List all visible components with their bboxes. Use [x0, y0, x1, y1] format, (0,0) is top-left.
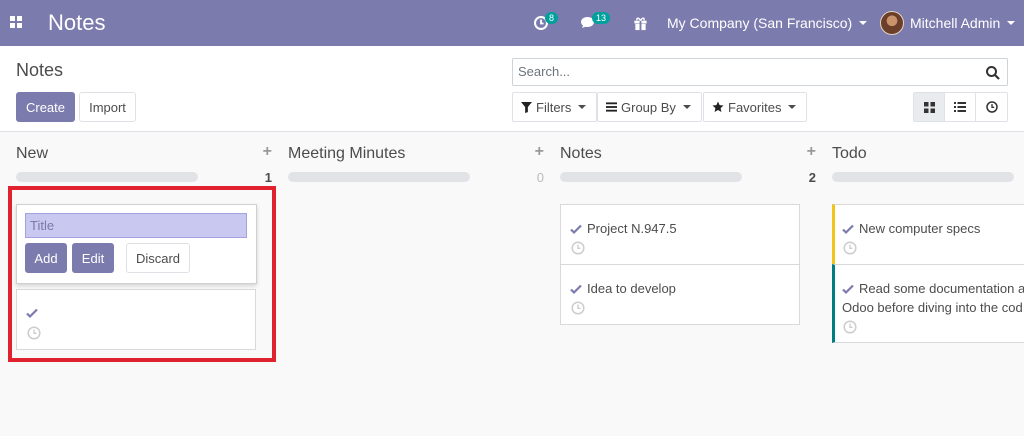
highlight-box	[8, 186, 276, 362]
column-title[interactable]: Todo	[832, 145, 867, 163]
activity-clock-icon[interactable]	[843, 241, 857, 255]
company-name: My Company (San Francisco)	[667, 15, 853, 31]
clock-icon	[985, 101, 998, 113]
card-title-row: Idea to develop	[570, 279, 676, 298]
column-add-icon[interactable]: +	[535, 143, 544, 161]
filter-icon	[521, 101, 532, 113]
kanban-card[interactable]: Project N.947.5	[560, 204, 800, 265]
activity-view-button[interactable]	[976, 93, 1007, 121]
kanban-card[interactable]: Idea to develop	[560, 264, 800, 325]
apps-menu-icon[interactable]	[10, 16, 22, 28]
chevron-down-icon	[682, 105, 691, 109]
chevron-down-icon	[788, 105, 797, 109]
kanban-card[interactable]: New computer specs	[832, 204, 1024, 265]
column-title[interactable]: New	[16, 145, 48, 163]
card-title-block: Read some documentation a Odoo before di…	[842, 279, 1024, 317]
column-progress-bar	[288, 172, 470, 182]
star-icon	[712, 101, 724, 112]
kanban-column-meeting-minutes: Meeting Minutes + 0	[288, 133, 544, 436]
breadcrumb: Notes	[16, 60, 64, 80]
group-by-button[interactable]: Group By	[597, 92, 702, 122]
card-title: Idea to develop	[587, 281, 676, 296]
kanban-icon	[923, 101, 935, 113]
filters-button[interactable]: Filters	[512, 92, 597, 122]
list-icon	[606, 102, 617, 112]
card-title-line-2: Odoo before diving into the cod	[842, 300, 1023, 315]
gift-menu[interactable]	[633, 12, 648, 34]
filters-label: Filters	[536, 99, 572, 115]
company-switcher[interactable]: My Company (San Francisco)	[667, 12, 868, 34]
column-title[interactable]: Meeting Minutes	[288, 145, 405, 163]
kanban-card[interactable]: Read some documentation a Odoo before di…	[832, 264, 1024, 343]
card-title-line-1: Read some documentation a	[859, 281, 1024, 296]
check-icon[interactable]	[842, 223, 854, 235]
activity-clock-icon[interactable]	[843, 320, 857, 334]
list-view-icon	[954, 102, 966, 112]
card-title: New computer specs	[859, 221, 981, 236]
check-icon[interactable]	[570, 223, 582, 235]
favorites-label: Favorites	[728, 99, 782, 115]
chevron-down-icon	[859, 21, 868, 25]
search-icon[interactable]	[985, 65, 1001, 81]
user-menu[interactable]: Mitchell Admin	[880, 11, 1016, 35]
check-icon[interactable]	[842, 283, 854, 295]
list-view-button[interactable]	[945, 93, 976, 121]
view-switcher	[913, 92, 1008, 122]
user-name: Mitchell Admin	[910, 15, 1001, 31]
activity-clock-icon[interactable]	[571, 301, 585, 315]
column-add-icon[interactable]: +	[807, 143, 816, 161]
messages-badge: 13	[592, 12, 611, 24]
column-count: 1	[264, 170, 272, 185]
column-title[interactable]: Notes	[560, 145, 602, 163]
messages-menu[interactable]: 13	[580, 12, 611, 34]
group-by-label: Group By	[621, 99, 676, 115]
chevron-down-icon	[578, 105, 587, 109]
chevron-down-icon	[1007, 21, 1016, 25]
card-title-row: Read some documentation a	[842, 279, 1024, 298]
search-input[interactable]	[518, 64, 958, 79]
check-icon[interactable]	[570, 283, 582, 295]
control-panel: Notes Create Import Filters Group By Fav…	[0, 46, 1024, 132]
search-box	[512, 58, 1008, 86]
column-count: 0	[536, 170, 544, 185]
avatar	[880, 11, 904, 35]
activity-badge: 8	[545, 12, 559, 24]
column-progress-bar	[560, 172, 742, 182]
card-title-row: Project N.947.5	[570, 219, 677, 238]
card-title: Project N.947.5	[587, 221, 677, 236]
app-title[interactable]: Notes	[48, 10, 105, 36]
column-progress-bar	[832, 172, 1014, 182]
activity-menu[interactable]: 8	[533, 12, 559, 34]
top-navbar: Notes 8 13 My Company (San Francisco) Mi…	[0, 0, 1024, 46]
activity-clock-icon[interactable]	[571, 241, 585, 255]
create-button[interactable]: Create	[16, 92, 75, 122]
favorites-button[interactable]: Favorites	[703, 92, 807, 122]
gift-icon	[634, 16, 647, 30]
kanban-view-button[interactable]	[914, 93, 945, 121]
column-add-icon[interactable]: +	[263, 143, 272, 161]
import-button[interactable]: Import	[79, 92, 136, 122]
column-progress-bar	[16, 172, 198, 182]
card-title-row: New computer specs	[842, 219, 980, 238]
column-count: 2	[808, 170, 816, 185]
